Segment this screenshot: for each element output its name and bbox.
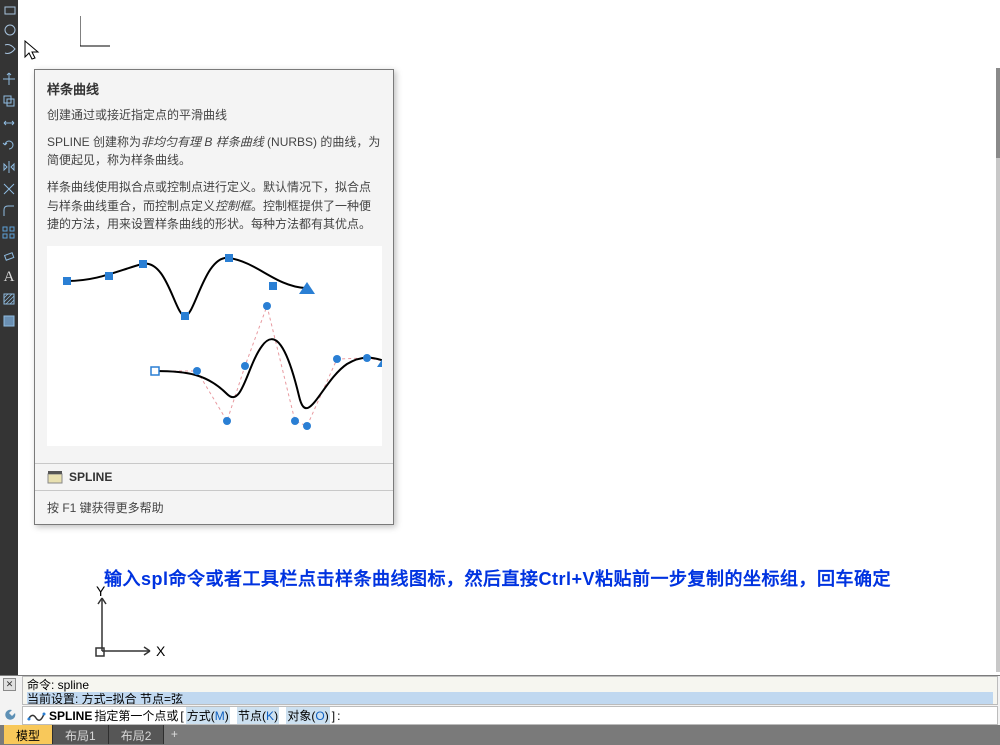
tool-array-icon[interactable] [0, 222, 18, 244]
tool-stretch-icon[interactable] [0, 112, 18, 134]
tab-add-button[interactable]: + [164, 725, 184, 743]
tool-mirror-icon[interactable] [0, 156, 18, 178]
svg-text:X: X [156, 643, 166, 659]
tool-move-icon[interactable] [0, 68, 18, 90]
settings-icon[interactable] [1, 706, 19, 724]
ucs-icon: X Y [92, 586, 172, 666]
command-history-line-1: 命令: spline [27, 678, 993, 692]
tab-layout1[interactable]: 布局1 [53, 725, 109, 744]
command-history[interactable]: 命令: spline 当前设置: 方式=拟合 节点=弦 [22, 676, 998, 705]
tooltip-para-2: 样条曲线使用拟合点或控制点进行定义。默认情况下，拟合点与样条曲线重合，而控制点定… [47, 178, 381, 234]
origin-marker-icon [80, 16, 120, 56]
tool-erase-icon[interactable] [0, 244, 18, 266]
left-toolbar: A [0, 68, 18, 678]
cursor-icon [24, 40, 42, 65]
tool-copy-icon[interactable] [0, 90, 18, 112]
tool-text-icon[interactable]: A [0, 266, 18, 288]
command-panel: ✕ 命令: spline 当前设置: 方式=拟合 节点=弦 SPLINE 指定第… [0, 675, 1000, 725]
tab-model[interactable]: 模型 [4, 725, 53, 744]
tooltip-summary: 创建通过或接近指定点的平滑曲线 [47, 106, 381, 125]
spline-tooltip: 样条曲线 创建通过或接近指定点的平滑曲线 SPLINE 创建称为非均匀有理 B … [34, 69, 394, 525]
tool-trim-icon[interactable] [0, 178, 18, 200]
command-option-knot[interactable]: 节点(K) [237, 707, 279, 724]
svg-text:Y: Y [96, 586, 106, 599]
scrollbar-track[interactable] [996, 68, 1000, 672]
tooltip-illustration [47, 246, 382, 446]
tool-icon[interactable] [0, 0, 20, 20]
command-prompt-icon [27, 709, 47, 723]
layout-tabs: 模型 布局1 布局2 + [0, 725, 1000, 745]
tool-icon[interactable] [0, 40, 20, 60]
command-prompt-text: 指定第一个点或 [94, 707, 178, 724]
tooltip-command-name: SPLINE [69, 470, 112, 484]
instruction-text: 输入spl命令或者工具栏点击样条曲线图标，然后直接Ctrl+V粘贴前一步复制的坐… [104, 565, 891, 591]
tool-hatch-icon[interactable] [0, 288, 18, 310]
command-option-method[interactable]: 方式(M) [186, 707, 230, 724]
command-icon [47, 470, 63, 484]
tooltip-title: 样条曲线 [47, 80, 381, 100]
tool-rotate-icon[interactable] [0, 134, 18, 156]
command-keyword: SPLINE [49, 709, 92, 723]
command-input[interactable]: SPLINE 指定第一个点或 [ 方式(M) 节点(K) 对象(O) ] : [22, 706, 998, 725]
tooltip-command-row: SPLINE [35, 463, 393, 490]
drawing-canvas[interactable]: 样条曲线 创建通过或接近指定点的平滑曲线 SPLINE 创建称为非均匀有理 B … [18, 0, 1000, 675]
command-option-object[interactable]: 对象(O) [286, 707, 329, 724]
tab-layout2[interactable]: 布局2 [109, 725, 165, 744]
tool-block-icon[interactable] [0, 310, 18, 332]
tooltip-f1-hint: 按 F1 键获得更多帮助 [35, 490, 393, 524]
tool-icon[interactable] [0, 20, 20, 40]
tooltip-para-1: SPLINE 创建称为非均匀有理 B 样条曲线 (NURBS) 的曲线，为简便起… [47, 133, 381, 170]
scrollbar-thumb[interactable] [996, 68, 1000, 158]
command-history-line-2: 当前设置: 方式=拟合 节点=弦 [27, 692, 993, 705]
tool-fillet-icon[interactable] [0, 200, 18, 222]
close-icon[interactable]: ✕ [3, 678, 16, 691]
